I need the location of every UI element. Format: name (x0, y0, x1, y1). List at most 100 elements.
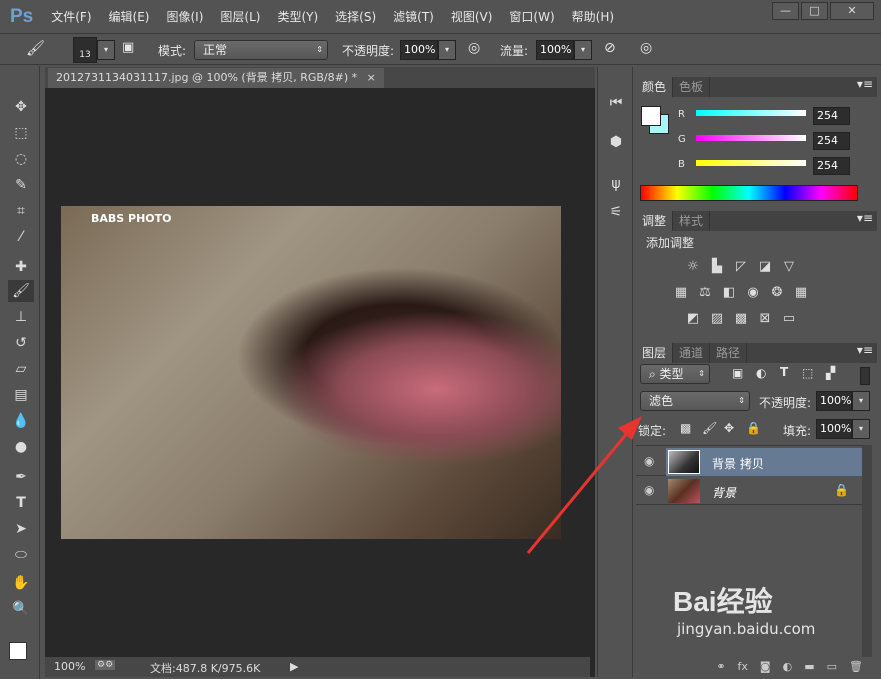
brush-presets-icon[interactable]: ⚟ (605, 201, 627, 223)
status-icon[interactable]: ⚙⚙ (95, 660, 115, 670)
brush-preset-dropdown[interactable]: ▾ (97, 40, 115, 60)
brush-tool-icon[interactable]: 🖌 (26, 39, 45, 57)
eyedropper-tool-icon[interactable]: ⁄ (8, 226, 34, 248)
selective-color-icon[interactable]: ⊠ (756, 311, 774, 327)
quick-select-tool-icon[interactable]: ✎ (8, 174, 34, 196)
new-adjustment-icon[interactable]: ◐ (783, 657, 793, 677)
channel-mixer-icon[interactable]: ❂ (768, 285, 786, 301)
vibrance-icon[interactable]: ▽ (780, 259, 798, 275)
visibility-eye-icon[interactable]: ◉ (644, 454, 654, 468)
pressure-opacity-icon[interactable]: ◎ (468, 40, 480, 56)
type-tool-icon[interactable]: T (8, 492, 34, 514)
eraser-tool-icon[interactable]: ▱ (8, 358, 34, 380)
tab-styles[interactable]: 样式 (673, 211, 710, 231)
status-menu-arrow-icon[interactable]: ▶ (290, 660, 298, 673)
filter-toggle[interactable] (860, 367, 870, 385)
panel-menu-icon[interactable]: ▾≡ (857, 211, 877, 231)
brush-tool-icon[interactable]: 🖌 (8, 280, 34, 302)
zoom-tool-icon[interactable]: 🔍 (8, 598, 34, 620)
visibility-eye-icon[interactable]: ◉ (644, 483, 654, 497)
channel-g-slider[interactable] (696, 135, 806, 141)
tab-adjustments[interactable]: 调整 (636, 211, 673, 231)
filter-smart-object-icon[interactable]: ▞ (826, 366, 835, 380)
filter-pixel-icon[interactable]: ▣ (732, 366, 743, 380)
menu-help[interactable]: 帮助(H) (572, 8, 614, 25)
hand-tool-icon[interactable]: ✋ (8, 572, 34, 594)
new-group-icon[interactable]: ▬ (804, 657, 814, 677)
photo-filter-icon[interactable]: ◉ (744, 285, 762, 301)
threshold-icon[interactable]: ▩ (732, 311, 750, 327)
layer-name[interactable]: 背景 (712, 484, 736, 501)
brush-preset-picker[interactable]: 13 (73, 37, 97, 63)
mode-select[interactable]: 正常⇕ (194, 40, 328, 60)
gradient-map-icon[interactable]: ▭ (780, 311, 798, 327)
layer-row[interactable]: ◉ 背景 拷贝 (636, 448, 862, 476)
menu-type[interactable]: 类型(Y) (277, 8, 318, 25)
layer-opacity-input[interactable]: 100% (816, 391, 852, 411)
posterize-icon[interactable]: ▨ (708, 311, 726, 327)
menu-image[interactable]: 图像(I) (166, 8, 203, 25)
foreground-color-swatch[interactable] (641, 106, 661, 126)
filter-type-icon[interactable]: T (780, 365, 788, 379)
curves-icon[interactable]: ◸ (732, 259, 750, 275)
minimize-button[interactable]: — (772, 2, 799, 20)
fill-dropdown[interactable]: ▾ (852, 419, 870, 439)
lock-all-icon[interactable]: 🔒 (746, 421, 761, 435)
menu-edit[interactable]: 编辑(E) (109, 8, 150, 25)
move-tool-icon[interactable]: ✥ (8, 96, 34, 118)
menu-window[interactable]: 窗口(W) (509, 8, 554, 25)
healing-brush-tool-icon[interactable]: ✚ (8, 256, 34, 278)
3d-panel-icon[interactable]: ⬢ (605, 131, 627, 153)
filter-adjustment-icon[interactable]: ◐ (756, 366, 766, 380)
channel-g-value[interactable]: 254 (813, 132, 850, 150)
crop-tool-icon[interactable]: ⌗ (8, 200, 34, 222)
brush-panel-icon[interactable]: ▣ (122, 40, 134, 55)
tab-channels[interactable]: 通道 (673, 343, 710, 363)
zoom-level[interactable]: 100% (54, 660, 85, 673)
opacity-input[interactable]: 100% (400, 40, 438, 60)
channel-b-slider[interactable] (696, 160, 806, 166)
tab-color[interactable]: 颜色 (636, 77, 673, 97)
lasso-tool-icon[interactable]: ◌ (8, 148, 34, 170)
layer-filter-select[interactable]: ⌕ 类型⇕ (640, 364, 710, 384)
ellipse-tool-icon[interactable]: ⬭ (8, 544, 34, 566)
menu-file[interactable]: 文件(F) (51, 8, 91, 25)
brush-panel-icon[interactable]: ψ (605, 173, 627, 195)
add-mask-icon[interactable]: ◙ (760, 657, 771, 677)
opacity-dropdown[interactable]: ▾ (438, 40, 456, 60)
lock-pixels-icon[interactable]: 🖌 (702, 421, 717, 435)
layer-name[interactable]: 背景 拷贝 (712, 455, 764, 472)
blend-mode-select[interactable]: 滤色⇕ (640, 391, 750, 411)
menu-select[interactable]: 选择(S) (335, 8, 376, 25)
color-spectrum-bar[interactable] (640, 185, 858, 201)
black-white-icon[interactable]: ◧ (720, 285, 738, 301)
layer-opacity-dropdown[interactable]: ▾ (852, 391, 870, 411)
pressure-size-icon[interactable]: ◎ (640, 40, 652, 56)
color-lookup-icon[interactable]: ▦ (792, 285, 810, 301)
history-panel-icon[interactable]: ⏮ (605, 92, 627, 114)
foreground-color-swatch[interactable] (9, 642, 27, 660)
maximize-button[interactable]: □ (801, 2, 828, 20)
channel-r-value[interactable]: 254 (813, 107, 850, 125)
channel-b-value[interactable]: 254 (813, 157, 850, 175)
close-button[interactable]: ✕ (830, 2, 874, 20)
panel-menu-icon[interactable]: ▾≡ (857, 77, 877, 97)
new-layer-icon[interactable]: ▭ (827, 657, 837, 677)
tab-paths[interactable]: 路径 (710, 343, 747, 363)
channel-r-slider[interactable] (696, 110, 806, 116)
fill-input[interactable]: 100% (816, 419, 852, 439)
menu-layer[interactable]: 图层(L) (220, 8, 260, 25)
airbrush-icon[interactable]: ⊘ (604, 40, 616, 56)
photo-canvas[interactable]: BABS PHOTO (61, 206, 561, 539)
color-balance-icon[interactable]: ⚖ (696, 285, 714, 301)
document-tab[interactable]: 2012731134031117.jpg @ 100% (背景 拷贝, RGB/… (48, 68, 384, 88)
history-brush-tool-icon[interactable]: ↺ (8, 332, 34, 354)
tab-swatches[interactable]: 色板 (673, 77, 710, 97)
invert-icon[interactable]: ◩ (684, 311, 702, 327)
menu-filter[interactable]: 滤镜(T) (393, 8, 434, 25)
link-layers-icon[interactable]: ⚭ (716, 657, 725, 677)
layers-scrollbar[interactable] (862, 445, 872, 657)
gradient-tool-icon[interactable]: ▤ (8, 384, 34, 406)
flow-dropdown[interactable]: ▾ (574, 40, 592, 60)
pen-tool-icon[interactable]: ✒ (8, 466, 34, 488)
